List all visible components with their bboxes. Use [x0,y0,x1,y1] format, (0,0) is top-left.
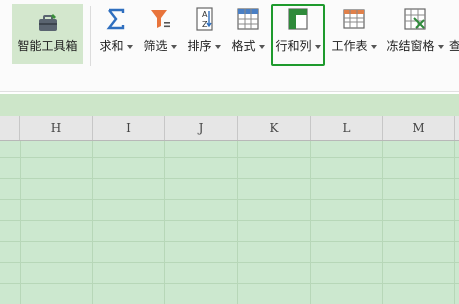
grid-line [164,141,165,304]
freeze-panes-label: 冻结窗格 [386,39,435,53]
toolbox-icon [38,14,57,31]
smart-toolbox-label: 智能工具箱 [17,39,78,53]
toolbar-divider [90,6,91,66]
sort-dropdown-icon [214,44,221,49]
find-label: 查 [449,39,459,53]
grid-line [0,199,459,200]
worksheet-dropdown-icon [370,44,377,49]
grid-line [0,241,459,242]
column-header-h[interactable]: H [20,116,93,140]
filter-label: 筛选 [143,39,168,53]
sigma-icon [106,8,125,30]
freeze-panes-icon [404,8,426,30]
grid-line [0,157,459,158]
find-button[interactable]: 查 [449,0,459,70]
grid-line [92,141,93,304]
filter-funnel-icon [151,10,170,28]
grid-line [20,141,21,304]
column-header-i[interactable]: I [93,116,165,140]
freeze-panes-dropdown-icon [437,44,444,49]
format-cells-icon [237,8,259,30]
column-header-l[interactable]: L [311,116,383,140]
column-header-partial [455,116,459,140]
column-header-j[interactable]: J [165,116,238,140]
freeze-panes-button[interactable]: 冻结窗格 [383,0,447,70]
column-header-spacer [0,116,20,140]
grid-line [0,262,459,263]
cell-area[interactable] [0,141,459,304]
format-label: 格式 [231,39,256,53]
worksheet-button[interactable]: 工作表 [329,0,379,70]
column-header-m[interactable]: M [383,116,455,140]
filter-dropdown-icon [170,44,177,49]
ribbon-toolbar: 智能工具箱 求和 筛选 A Z 排序 格式 行和列 工作表 冻结窗格 查 [0,0,459,92]
grid-line [454,141,455,304]
column-header-k[interactable]: K [238,116,311,140]
sum-label: 求和 [99,39,124,53]
svg-text:A: A [202,10,208,19]
grid-line [0,220,459,221]
rows-and-columns-highlight-box [271,4,325,66]
sort-button[interactable]: A Z 排序 [183,0,225,70]
formula-bar-area [0,94,459,116]
grid-line [310,141,311,304]
sort-az-icon: A Z [196,7,213,31]
svg-text:Z: Z [202,20,208,29]
spreadsheet-grid[interactable]: H I J K L M [0,116,459,304]
column-header-row: H I J K L M [0,116,459,141]
filter-button[interactable]: 筛选 [139,0,181,70]
grid-line [237,141,238,304]
smart-toolbox-button[interactable]: 智能工具箱 [12,4,83,64]
sum-dropdown-icon [126,44,133,49]
grid-line [382,141,383,304]
format-dropdown-icon [258,44,265,49]
grid-line [0,178,459,179]
grid-line [0,283,459,284]
format-button[interactable]: 格式 [227,0,269,70]
sort-label: 排序 [187,39,212,53]
sum-button[interactable]: 求和 [96,0,136,70]
worksheet-icon [343,9,365,29]
worksheet-label: 工作表 [331,39,368,53]
